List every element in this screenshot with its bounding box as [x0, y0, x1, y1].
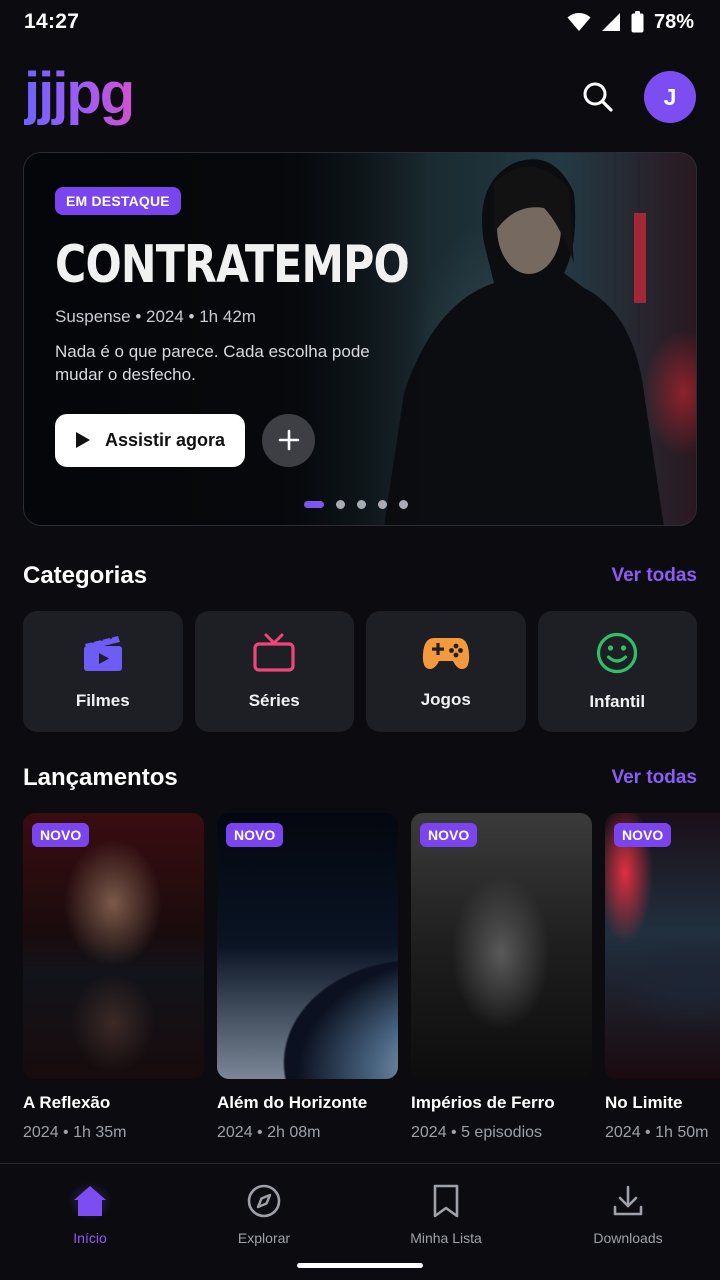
app-header: jjjpg J	[24, 62, 696, 132]
featured-badge: EM DESTAQUE	[55, 187, 181, 215]
battery-icon	[631, 11, 644, 33]
watch-now-label: Assistir agora	[104, 429, 226, 450]
carousel-dot[interactable]	[399, 500, 408, 509]
status-bar: 14:27 78%	[0, 0, 720, 44]
hero-title: CONTRATEMPO	[55, 235, 410, 295]
category-infantil[interactable]: Infantil	[537, 611, 697, 732]
carousel-dot[interactable]	[357, 500, 366, 509]
hero-description: Nada é o que parece. Cada escolha pode m…	[55, 342, 370, 384]
featured-banner[interactable]: EM DESTAQUE CONTRATEMPO Suspense • 2024 …	[23, 152, 697, 526]
release-card[interactable]: NOVO No Limite 2024 • 1h 50m	[605, 813, 720, 1153]
new-badge: NOVO	[226, 823, 284, 847]
home-icon	[74, 1186, 106, 1216]
home-indicator[interactable]	[297, 1263, 423, 1268]
release-title: No Limite	[605, 1093, 683, 1112]
category-label: Filmes	[75, 690, 130, 710]
new-badge: NOVO	[614, 823, 672, 847]
release-title: A Reflexão	[23, 1093, 111, 1112]
hero-actions: Assistir agora	[55, 413, 375, 467]
releases-list: NOVO A Reflexão 2024 • 1h 35m NOVO Além …	[23, 813, 720, 1153]
categories-header: Categorias Ver todas	[23, 562, 697, 590]
releases-header: Lançamentos Ver todas	[23, 764, 697, 792]
release-card[interactable]: NOVO Impérios de Ferro 2024 • 5 episodio…	[411, 813, 592, 1153]
battery-level: 78%	[653, 10, 694, 33]
search-button[interactable]	[578, 77, 618, 117]
nav-label: Downloads	[593, 1230, 663, 1246]
hero-content: EM DESTAQUE CONTRATEMPO Suspense • 2024 …	[55, 187, 410, 467]
release-card[interactable]: NOVO A Reflexão 2024 • 1h 35m	[23, 813, 204, 1153]
release-meta: 2024 • 1h 35m	[23, 1124, 127, 1141]
compass-icon	[247, 1184, 281, 1218]
tv-icon	[253, 633, 295, 672]
release-poster: NOVO	[23, 813, 204, 1079]
release-title: Impérios de Ferro	[411, 1093, 555, 1112]
nav-label: Explorar	[237, 1230, 291, 1246]
clapperboard-icon	[83, 632, 122, 671]
signal-icon	[601, 13, 620, 31]
nav-item-minha-lista[interactable]: Minha Lista	[386, 1182, 506, 1246]
category-jogos[interactable]: Jogos	[366, 611, 526, 732]
search-icon	[583, 82, 613, 112]
category-label: Jogos	[420, 689, 471, 709]
add-to-list-button[interactable]	[262, 413, 315, 467]
header-actions: J	[578, 71, 696, 123]
category-label: Séries	[248, 690, 300, 710]
hero-meta: Suspense • 2024 • 1h 42m	[55, 307, 256, 326]
carousel-dot[interactable]	[304, 501, 324, 508]
status-icons: 78%	[567, 11, 694, 34]
category-filmes[interactable]: Filmes	[23, 611, 183, 732]
watch-now-button[interactable]: Assistir agora	[55, 413, 245, 467]
nav-item-explorar[interactable]: Explorar	[204, 1182, 324, 1246]
nav-item-inicio[interactable]: Início	[30, 1182, 150, 1246]
nav-item-downloads[interactable]: Downloads	[568, 1182, 688, 1246]
plus-icon	[278, 430, 299, 451]
release-meta: 2024 • 1h 50m	[605, 1124, 709, 1141]
release-poster: NOVO	[411, 813, 592, 1079]
categories-title: Categorias	[23, 562, 148, 589]
release-poster: NOVO	[217, 813, 398, 1079]
releases-see-all-link[interactable]: Ver todas	[611, 767, 697, 789]
carousel-dot[interactable]	[336, 500, 345, 509]
carousel-dot[interactable]	[378, 500, 387, 509]
download-icon	[613, 1185, 643, 1216]
app-logo[interactable]: jjjpg	[24, 65, 135, 129]
new-badge: NOVO	[32, 823, 90, 847]
releases-title: Lançamentos	[23, 764, 178, 791]
categories-list: Filmes Séries Jogos Infantil	[23, 611, 697, 732]
smiley-icon	[597, 632, 638, 673]
categories-see-all-link[interactable]: Ver todas	[611, 565, 697, 587]
category-label: Infantil	[589, 691, 646, 711]
release-poster: NOVO	[605, 813, 720, 1079]
new-badge: NOVO	[420, 823, 478, 847]
play-icon	[75, 432, 90, 449]
nav-label: Início	[73, 1230, 107, 1246]
nav-label: Minha Lista	[410, 1230, 482, 1246]
release-meta: 2024 • 5 episodios	[411, 1124, 543, 1141]
carousel-dots	[304, 500, 408, 509]
wifi-icon	[567, 13, 591, 31]
release-meta: 2024 • 2h 08m	[217, 1124, 321, 1141]
user-avatar[interactable]: J	[644, 71, 696, 123]
release-card[interactable]: NOVO Além do Horizonte 2024 • 2h 08m	[217, 813, 398, 1153]
category-series[interactable]: Séries	[194, 611, 354, 732]
status-time: 14:27	[24, 10, 80, 33]
release-title: Além do Horizonte	[217, 1093, 368, 1112]
gamepad-icon	[422, 637, 469, 669]
bookmark-icon	[433, 1184, 459, 1218]
